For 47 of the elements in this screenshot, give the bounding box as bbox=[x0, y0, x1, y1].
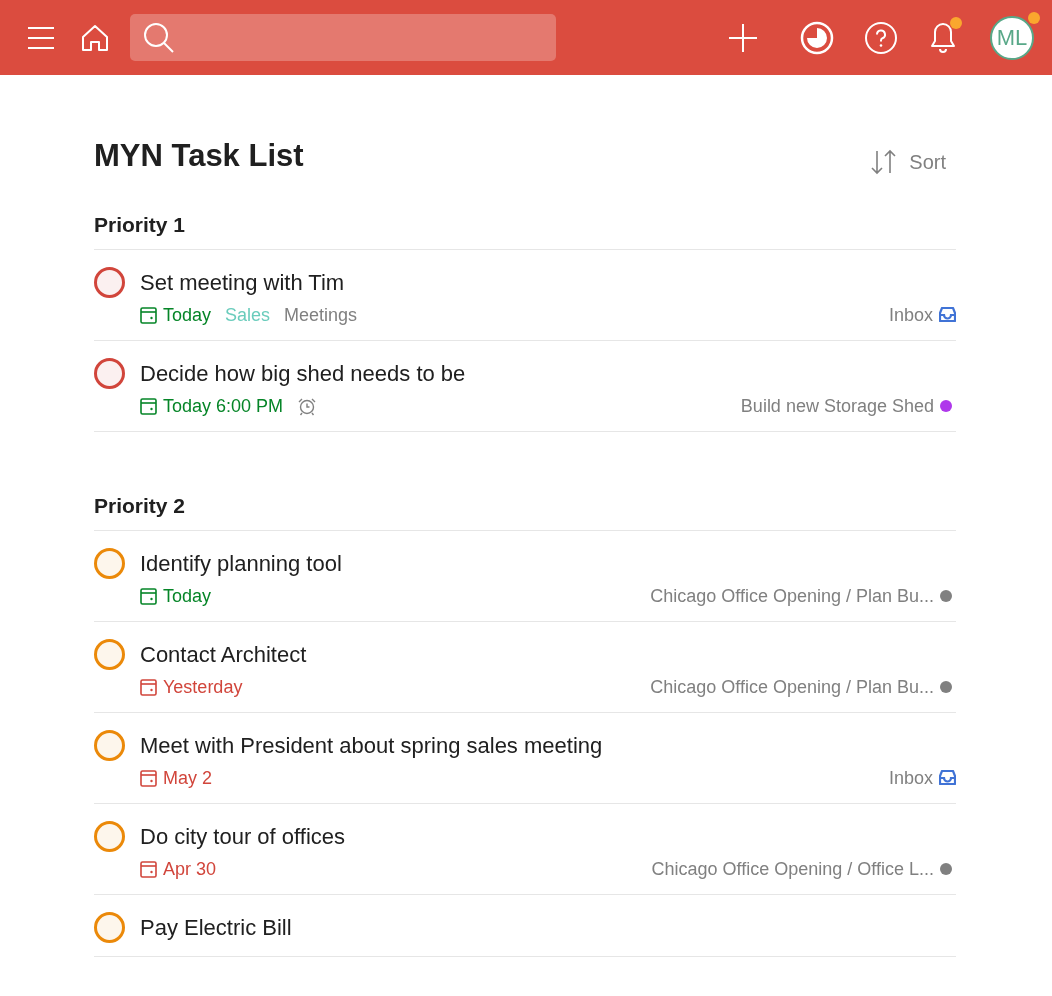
page-title: MYN Task List bbox=[94, 138, 304, 174]
task-label[interactable]: Meetings bbox=[284, 304, 358, 326]
task-checkbox[interactable] bbox=[94, 730, 125, 761]
task-title: Identify planning tool bbox=[140, 549, 342, 578]
task-checkbox[interactable] bbox=[94, 821, 125, 852]
add-icon[interactable] bbox=[728, 22, 758, 53]
search-field[interactable] bbox=[130, 14, 556, 61]
section-heading: Priority 2 bbox=[94, 494, 956, 531]
project-name[interactable]: Chicago Office Opening / Plan Bu... bbox=[650, 676, 934, 698]
project-name[interactable]: Chicago Office Opening / Office L... bbox=[651, 858, 934, 880]
project-name[interactable]: Chicago Office Opening / Plan Bu... bbox=[650, 585, 934, 607]
calendar-icon bbox=[140, 769, 157, 787]
calendar-icon bbox=[140, 678, 157, 696]
due-date: Today bbox=[163, 304, 212, 326]
home-icon[interactable] bbox=[80, 22, 110, 53]
task-checkbox[interactable] bbox=[94, 912, 125, 943]
calendar-icon bbox=[140, 306, 157, 324]
task-title: Set meeting with Tim bbox=[140, 268, 345, 297]
task-checkbox[interactable] bbox=[94, 358, 125, 389]
sort-button[interactable]: Sort bbox=[869, 149, 956, 175]
user-avatar[interactable]: ML bbox=[990, 15, 1034, 60]
due-date: Apr 30 bbox=[163, 858, 217, 880]
task-title: Contact Architect bbox=[140, 640, 307, 669]
due-date: May 2 bbox=[163, 767, 213, 789]
due-date: Today 6:00 PM bbox=[163, 395, 284, 417]
calendar-icon bbox=[140, 860, 157, 878]
alarm-clock-icon bbox=[297, 396, 318, 416]
task-checkbox[interactable] bbox=[94, 267, 125, 298]
project-name[interactable]: Inbox bbox=[888, 767, 933, 789]
pie-chart-icon[interactable] bbox=[800, 20, 834, 55]
task-title: Meet with President about spring sales meeting bbox=[140, 731, 603, 760]
bell-icon[interactable] bbox=[928, 20, 958, 55]
project-name[interactable]: Inbox bbox=[888, 304, 933, 326]
section-heading: Priority 1 bbox=[94, 213, 956, 250]
task-checkbox[interactable] bbox=[94, 639, 125, 670]
due-date: Yesterday bbox=[163, 676, 243, 698]
task-title: Do city tour of offices bbox=[140, 822, 345, 851]
due-date: Today bbox=[163, 585, 212, 607]
menu-icon[interactable] bbox=[26, 25, 56, 50]
task-checkbox[interactable] bbox=[94, 548, 125, 579]
task-title: Pay Electric Bill bbox=[140, 913, 292, 942]
search-icon bbox=[142, 20, 176, 55]
project-name[interactable]: Build new Storage Shed bbox=[740, 395, 934, 417]
help-icon[interactable] bbox=[864, 20, 898, 55]
task-title: Decide how big shed needs to be bbox=[140, 359, 466, 388]
calendar-icon bbox=[140, 397, 157, 415]
calendar-icon bbox=[140, 587, 157, 605]
